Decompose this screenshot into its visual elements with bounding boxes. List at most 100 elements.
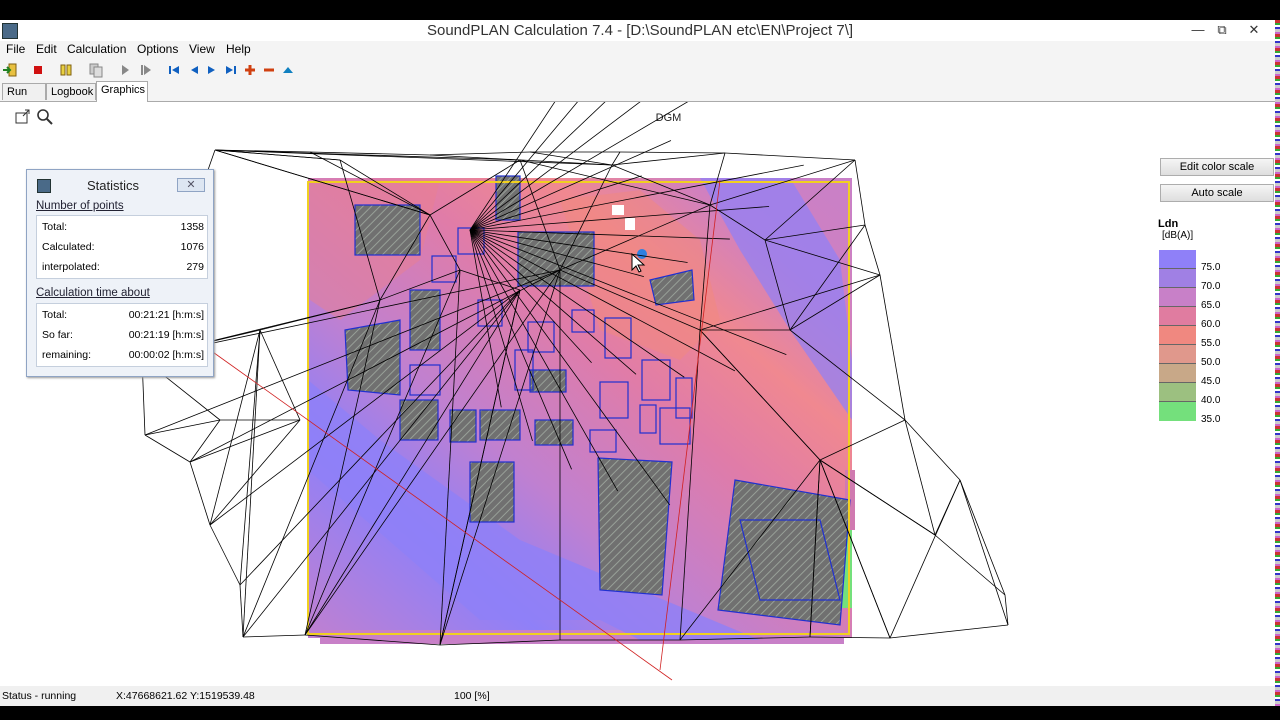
time-total-label: Total:	[42, 309, 68, 321]
menu-help[interactable]: Help	[226, 42, 251, 56]
mesh-edge	[959, 479, 1006, 596]
legend-swatch	[1159, 364, 1196, 383]
mesh-edge	[854, 159, 866, 226]
points-row-interpolated: interpolated: 279	[37, 257, 207, 277]
last-icon[interactable]	[223, 62, 239, 78]
mesh-edge	[144, 434, 191, 463]
time-total-value: 00:21:21 [h:m:s]	[128, 309, 204, 321]
legend-label: 55.0	[1201, 338, 1221, 349]
mesh-edge	[189, 419, 221, 463]
time-row-total: Total: 00:21:21 [h:m:s]	[37, 305, 207, 325]
legend-swatch	[1159, 326, 1196, 345]
mesh-edge	[189, 419, 301, 463]
points-section-title: Number of points	[36, 200, 124, 212]
menu-bar: File Edit Calculation Options View Help	[0, 41, 1275, 59]
statistics-header[interactable]: Statistics ✕	[27, 170, 213, 193]
mesh-edge	[429, 151, 531, 156]
statistics-icon	[37, 179, 51, 193]
stop-icon[interactable]	[30, 62, 46, 78]
legend-swatch	[1159, 288, 1196, 307]
plus-icon[interactable]	[242, 62, 258, 78]
points-interpolated-label: interpolated:	[42, 261, 100, 273]
first-icon[interactable]	[166, 62, 182, 78]
legend-title: Ldn	[1158, 218, 1179, 230]
legend-label: 40.0	[1201, 395, 1221, 406]
toolbar	[0, 59, 1275, 81]
time-row-remaining: remaining: 00:00:02 [h:m:s]	[37, 345, 207, 365]
mesh-edge	[214, 149, 521, 161]
edit-color-scale-button[interactable]: Edit color scale	[1160, 158, 1274, 176]
exit-icon[interactable]	[2, 62, 18, 78]
mesh-edge	[864, 224, 881, 276]
next-icon[interactable]	[204, 62, 220, 78]
screen-bottom-edge	[0, 706, 1280, 720]
legend-swatch	[1159, 307, 1196, 326]
legend-label: 60.0	[1201, 319, 1221, 330]
time-remaining-value: 00:00:02 [h:m:s]	[128, 349, 204, 361]
menu-options[interactable]: Options	[137, 42, 178, 56]
mesh-edge	[242, 634, 306, 638]
fast-forward-icon[interactable]	[139, 62, 155, 78]
statistics-title: Statistics	[87, 178, 140, 193]
mesh-edge	[189, 461, 211, 526]
mesh-edge	[144, 419, 221, 436]
mesh-edge	[879, 274, 906, 421]
legend-swatch	[1159, 250, 1196, 269]
legend-label: 35.0	[1201, 414, 1221, 425]
time-so-far-value: 00:21:19 [h:m:s]	[128, 329, 204, 341]
title-bar: SoundPLAN Calculation 7.4 - [D:\SoundPLA…	[0, 20, 1275, 41]
tab-run-file[interactable]: Run file	[2, 83, 46, 114]
time-remaining-label: remaining:	[42, 349, 92, 361]
screen-top-edge	[0, 0, 1280, 20]
mesh-edge	[259, 329, 301, 421]
legend-label: 45.0	[1201, 376, 1221, 387]
legend-swatch	[1159, 345, 1196, 364]
mesh-edge	[904, 419, 936, 536]
up-icon[interactable]	[280, 62, 296, 78]
legend-label: 65.0	[1201, 300, 1221, 311]
status-progress: 100 [%]	[454, 690, 490, 702]
legend-label: 75.0	[1201, 262, 1221, 273]
pause-icon[interactable]	[58, 62, 74, 78]
points-row-calculated: Calculated: 1076	[37, 237, 207, 257]
menu-edit[interactable]: Edit	[36, 42, 57, 56]
mesh-edge	[239, 584, 244, 638]
points-calculated-label: Calculated:	[42, 241, 95, 253]
status-coordinates: X:47668621.62 Y:1519539.48	[116, 690, 255, 702]
tab-logbook[interactable]: Logbook	[46, 83, 96, 100]
mesh-edge	[934, 534, 1006, 596]
legend-label: 50.0	[1201, 357, 1221, 368]
menu-view[interactable]: View	[189, 42, 215, 56]
legend-label: 70.0	[1201, 281, 1221, 292]
time-row-so-far: So far: 00:21:19 [h:m:s]	[37, 325, 207, 345]
points-total-label: Total:	[42, 221, 68, 233]
menu-file[interactable]: File	[6, 42, 25, 56]
points-calculated-value: 1076	[180, 241, 204, 253]
legend-swatch	[1159, 383, 1196, 402]
restore-button[interactable]: ⧉	[1208, 20, 1236, 41]
mesh-edge	[209, 524, 241, 586]
tab-strip: Run file Logbook Graphics	[0, 81, 1275, 114]
play-icon[interactable]	[117, 62, 133, 78]
time-section-title: Calculation time about	[36, 287, 150, 299]
statistics-close-button[interactable]: ✕	[177, 178, 205, 192]
close-button[interactable]: ✕	[1240, 20, 1268, 41]
mesh-edge	[889, 624, 1009, 639]
tab-graphics[interactable]: Graphics	[96, 81, 148, 102]
screen-edge-artifact	[1275, 20, 1280, 706]
points-box: Total: 1358 Calculated: 1076 interpolated:…	[36, 215, 208, 279]
minus-icon[interactable]	[261, 62, 277, 78]
mesh-edge	[959, 479, 1009, 626]
points-row-total: Total: 1358	[37, 217, 207, 237]
window-title: SoundPLAN Calculation 7.4 - [D:\SoundPLA…	[426, 22, 854, 39]
prev-icon[interactable]	[186, 62, 202, 78]
mesh-edge	[611, 151, 621, 166]
time-box: Total: 00:21:21 [h:m:s] So far: 00:21:19 […	[36, 303, 208, 367]
menu-calculation[interactable]: Calculation	[67, 42, 126, 56]
time-so-far-label: So far:	[42, 329, 73, 341]
copy-icon[interactable]	[88, 62, 104, 78]
statistics-panel[interactable]: Statistics ✕ Number of points Total: 1358…	[26, 169, 214, 377]
mesh-edge	[889, 479, 961, 639]
auto-scale-button[interactable]: Auto scale	[1160, 184, 1274, 202]
mesh-edge	[724, 152, 856, 161]
